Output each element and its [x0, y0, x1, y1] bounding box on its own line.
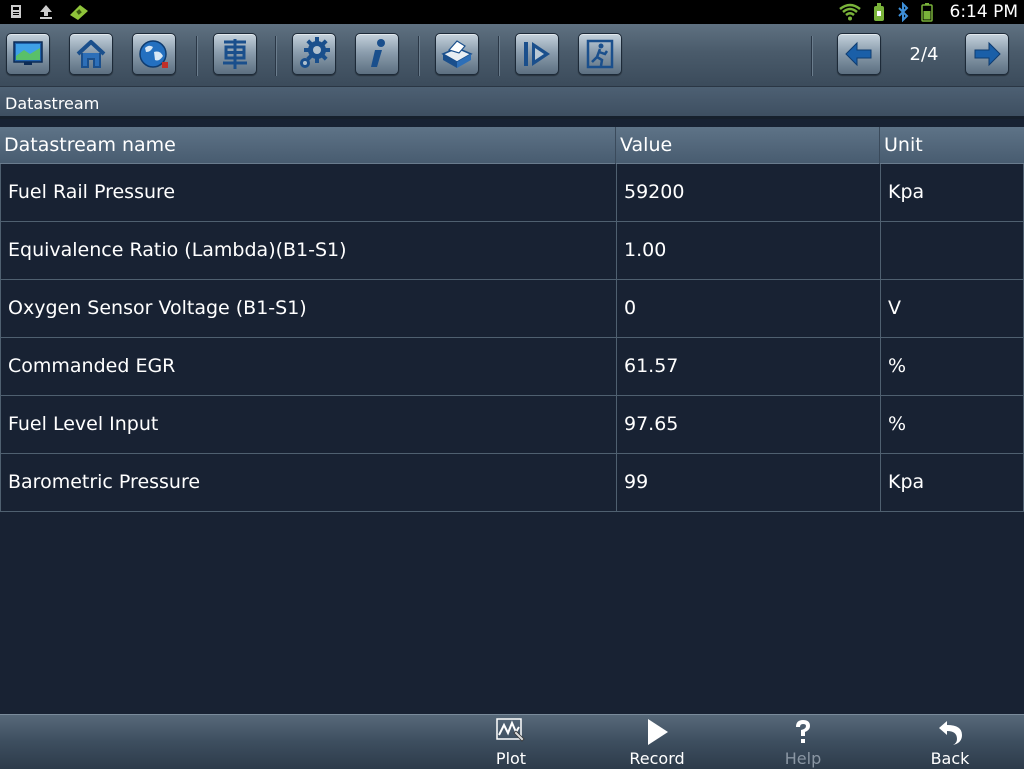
- play-icon: [524, 42, 550, 66]
- settings-icon: [300, 37, 330, 68]
- page-indicator: 2/4: [909, 44, 939, 65]
- toolbar-divider: [498, 36, 499, 76]
- settings-button[interactable]: [292, 33, 336, 75]
- table-row[interactable]: Equivalence Ratio (Lambda)(B1-S1) 1.00: [1, 222, 1023, 280]
- battery-icon: [920, 3, 933, 22]
- record-label: Record: [629, 749, 685, 768]
- back-button[interactable]: Back: [910, 717, 990, 769]
- toolbar: [0, 24, 1024, 87]
- play-button[interactable]: [515, 33, 559, 75]
- datastream-unit: Kpa: [880, 454, 1024, 511]
- datastream-value: 1.00: [616, 222, 880, 279]
- status-time: 6:14 PM: [949, 2, 1019, 22]
- record-button[interactable]: Record: [617, 717, 697, 769]
- datastream-unit: Kpa: [880, 164, 1024, 221]
- display-icon: [13, 41, 43, 65]
- datastream-name: Fuel Level Input: [8, 413, 159, 435]
- section-title: Datastream: [5, 94, 100, 113]
- print-icon: [441, 40, 473, 68]
- datastream-value: 97.65: [616, 396, 880, 453]
- globe-icon: [139, 40, 168, 68]
- datastream-unit: %: [880, 338, 1024, 395]
- back-arrow-icon: [939, 721, 962, 745]
- globe-button[interactable]: [132, 33, 176, 75]
- arrow-right-icon: [974, 41, 1001, 67]
- table-body: Fuel Rail Pressure 59200 Kpa Equivalence…: [0, 164, 1024, 512]
- plot-button[interactable]: Plot: [471, 717, 551, 769]
- next-page-button[interactable]: [965, 33, 1009, 75]
- exit-icon: [586, 39, 614, 69]
- toolbar-divider: [811, 36, 812, 76]
- column-header-name[interactable]: Datastream name: [0, 127, 615, 164]
- datastream-unit: V: [880, 280, 1024, 337]
- table-row[interactable]: Fuel Rail Pressure 59200 Kpa: [1, 164, 1023, 222]
- bluetooth-icon: [897, 2, 908, 22]
- exit-button[interactable]: [578, 33, 622, 75]
- toolbar-divider: [196, 36, 197, 76]
- plot-icon: [496, 718, 525, 742]
- datastream-name: Oxygen Sensor Voltage (B1-S1): [8, 297, 307, 319]
- table-row[interactable]: Fuel Level Input 97.65 %: [1, 396, 1023, 454]
- plot-label: Plot: [495, 749, 527, 768]
- bottom-action-bar: Plot Record Help Back: [0, 714, 1024, 769]
- help-label: Help: [784, 749, 822, 768]
- back-label: Back: [930, 749, 970, 768]
- datastream-unit: %: [880, 396, 1024, 453]
- toolbar-divider: [275, 36, 276, 76]
- column-header-value[interactable]: Value: [615, 127, 879, 164]
- print-button[interactable]: [435, 33, 479, 75]
- status-bar: 6:14 PM: [0, 0, 1024, 24]
- question-mark-icon: [796, 720, 810, 743]
- table-row[interactable]: Barometric Pressure 99 Kpa: [1, 454, 1023, 512]
- datastream-value: 99: [616, 454, 880, 511]
- table-row[interactable]: Oxygen Sensor Voltage (B1-S1) 0 V: [1, 280, 1023, 338]
- upload-icon: [40, 5, 52, 19]
- datastream-name: Fuel Rail Pressure: [8, 181, 176, 203]
- section-header: Datastream: [0, 87, 1024, 119]
- datastream-name: Barometric Pressure: [8, 471, 201, 493]
- datastream-value: 59200: [616, 164, 880, 221]
- table-header: Datastream name Value Unit: [0, 127, 1024, 164]
- datastream-unit: [880, 222, 1024, 279]
- arrow-left-icon: [845, 41, 872, 67]
- play-triangle-icon: [648, 719, 668, 745]
- datastream-name: Commanded EGR: [8, 355, 176, 377]
- usb-debug-icon: [70, 5, 88, 20]
- sd-card-icon: [11, 5, 21, 18]
- help-button[interactable]: Help: [763, 717, 843, 769]
- wifi-icon: [838, 3, 861, 21]
- datastream-value: 61.57: [616, 338, 880, 395]
- previous-page-button[interactable]: [837, 33, 881, 75]
- display-button[interactable]: [6, 33, 50, 75]
- table-row[interactable]: Commanded EGR 61.57 %: [1, 338, 1023, 396]
- info-icon: [371, 39, 385, 67]
- datastream-table: Datastream name Value Unit Fuel Rail Pre…: [0, 127, 1024, 512]
- home-button[interactable]: [69, 33, 113, 75]
- car-icon: [223, 39, 247, 69]
- toolbar-divider: [418, 36, 419, 76]
- datastream-value: 0: [616, 280, 880, 337]
- datastream-name: Equivalence Ratio (Lambda)(B1-S1): [8, 239, 347, 261]
- vehicle-button[interactable]: [213, 33, 257, 75]
- column-header-unit[interactable]: Unit: [879, 127, 1024, 164]
- info-button[interactable]: [355, 33, 399, 75]
- battery-saver-icon: [873, 3, 884, 21]
- home-icon: [76, 40, 106, 68]
